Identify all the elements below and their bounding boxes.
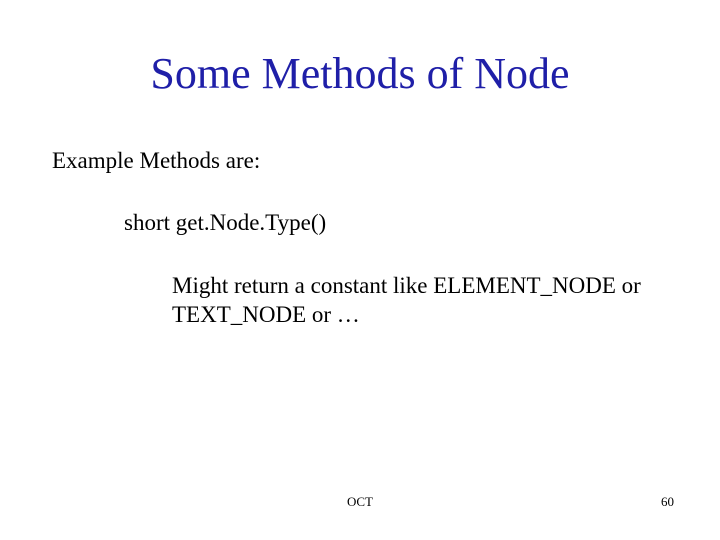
slide-title: Some Methods of Node xyxy=(0,48,720,99)
slide: Some Methods of Node Example Methods are… xyxy=(0,0,720,540)
footer-label: OCT xyxy=(0,494,720,510)
page-number: 60 xyxy=(661,494,674,510)
example-methods-heading: Example Methods are: xyxy=(52,148,260,174)
method-signature: short get.Node.Type() xyxy=(124,210,326,236)
method-description: Might return a constant like ELEMENT_NOD… xyxy=(172,272,652,330)
